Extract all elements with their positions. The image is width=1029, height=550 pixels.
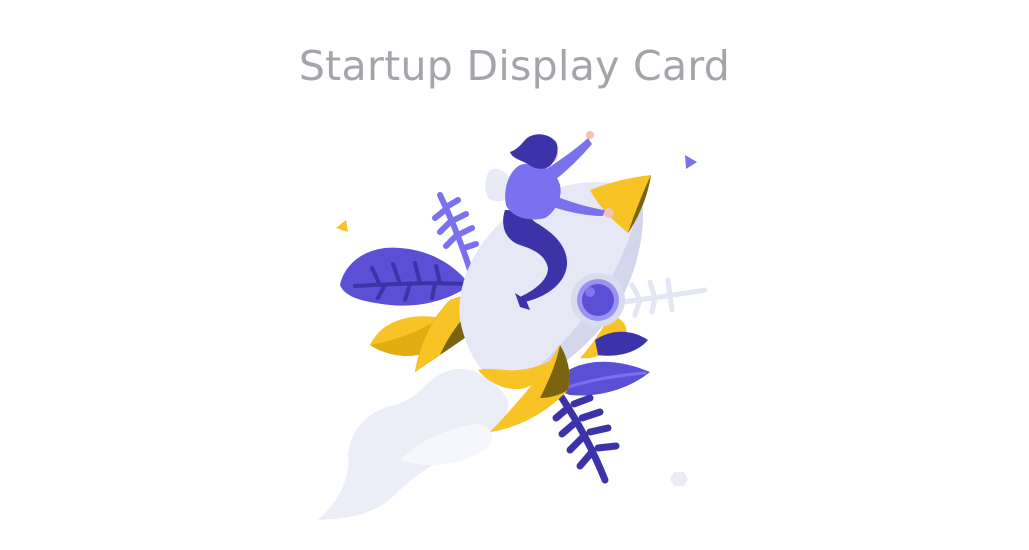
hexagon-dot	[670, 472, 688, 486]
rocket-window-highlight	[585, 287, 595, 297]
fern-bottom	[552, 391, 620, 484]
fern-left	[432, 192, 479, 273]
rider-hair	[510, 134, 558, 169]
triangle-purple	[685, 155, 697, 169]
rocket-illustration	[318, 131, 708, 520]
triangle-yellow	[336, 220, 348, 232]
rider-hand-raised	[586, 131, 594, 139]
rider-hand-lower	[604, 208, 614, 218]
